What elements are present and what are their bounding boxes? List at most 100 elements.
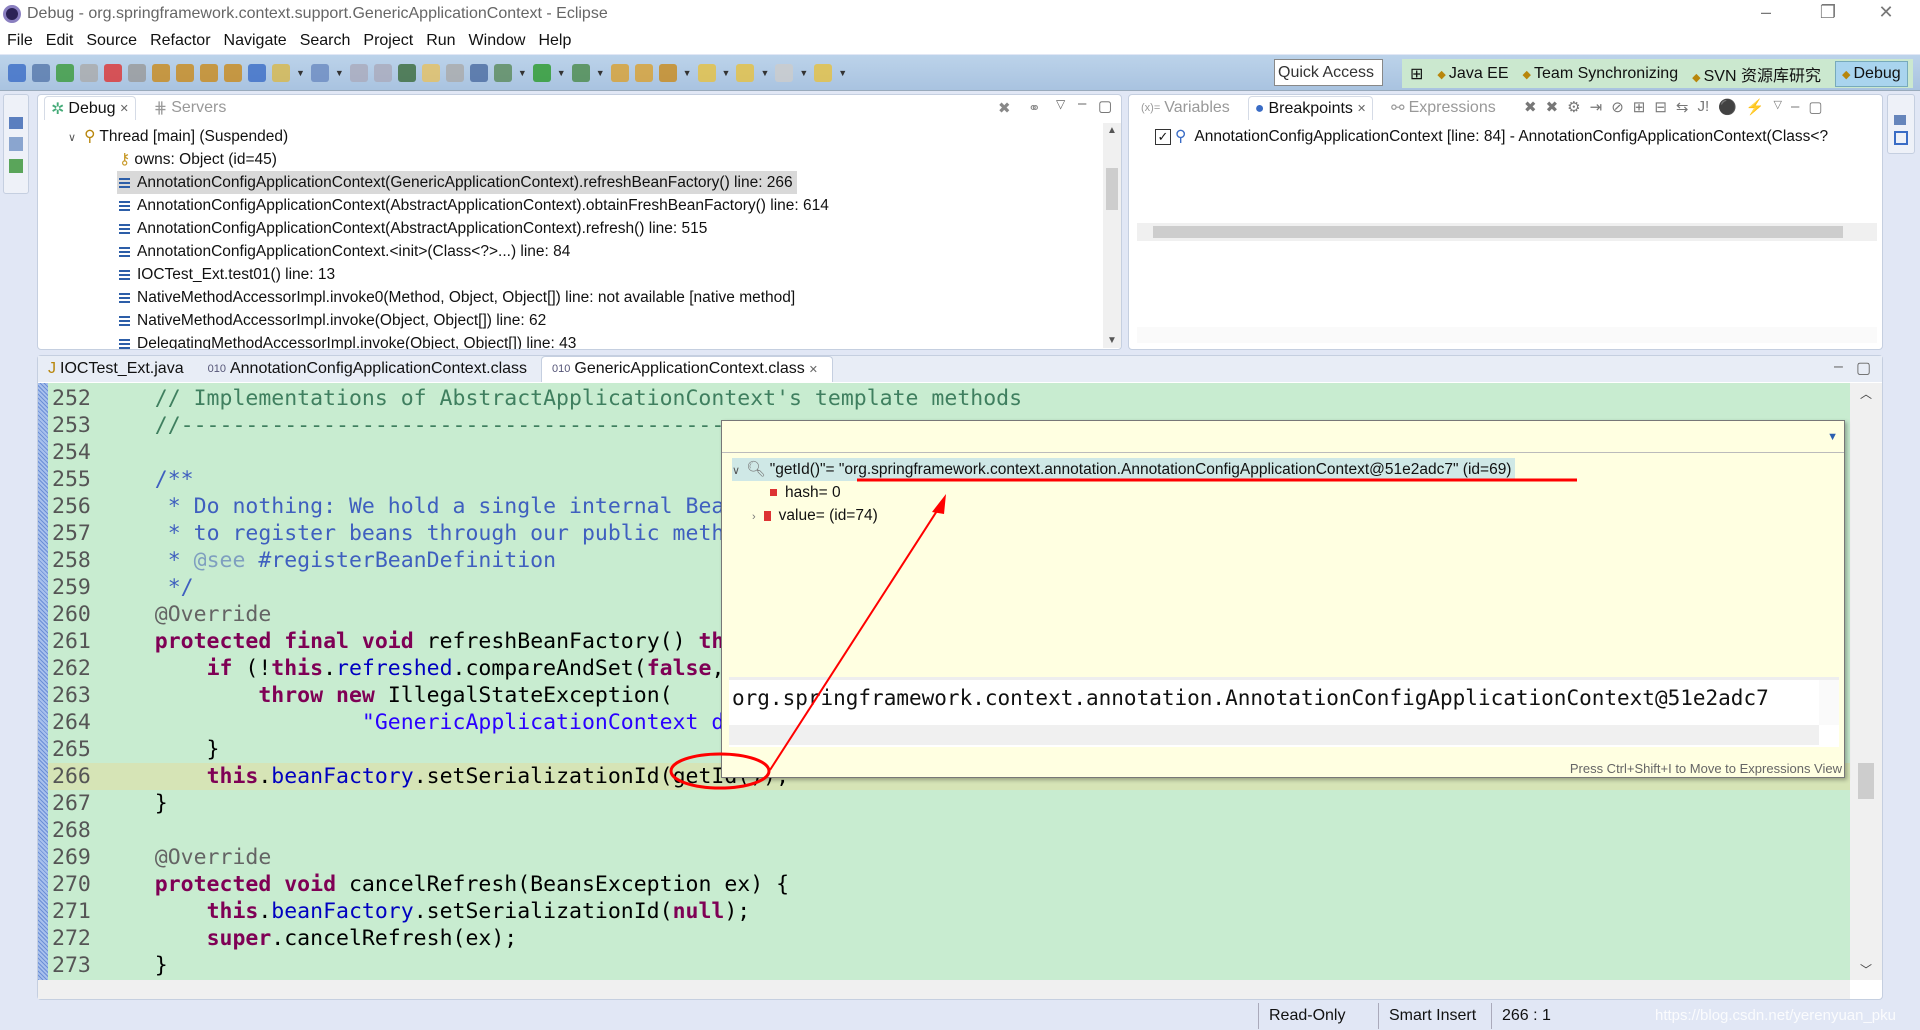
dropdown-arrow-icon[interactable]: ▼ [335,68,344,78]
run-icon[interactable] [532,63,551,82]
thread-node[interactable]: ∨ ⚲ Thread [main] (Suspended) [68,125,288,148]
tab-ioctest-ext-java[interactable]: J IOCTest_Ext.java [38,357,198,382]
chevron-down-icon[interactable]: ∨ [732,465,740,477]
chevron-right-icon[interactable]: › [752,511,756,523]
tab-annotation-config-class[interactable]: 010 AnnotationConfigApplicationContext.cl… [198,357,541,382]
back-icon[interactable] [775,63,794,82]
show-whitespace-icon[interactable] [469,63,488,82]
breakpoint-checkbox[interactable]: ✓ [1155,128,1171,145]
menu-window[interactable]: Window [469,32,526,50]
use-step-filters-icon[interactable] [248,63,266,82]
tab-servers[interactable]: ⋕ Servers [148,96,233,120]
menu-file[interactable]: File [7,32,33,50]
expression-node[interactable]: ∨ 🔍︎ "getId()"= "org.springframework.conte… [732,458,1516,481]
remove-all-breakpoints-icon[interactable]: ✖ [1546,98,1559,116]
menu-source[interactable]: Source [86,32,137,50]
stack-frame[interactable]: NativeMethodAccessorImpl.invoke0(Method,… [117,286,799,309]
view-menu-icon[interactable]: ▽ [1056,97,1065,111]
dropdown-arrow-icon[interactable]: ▼ [760,68,769,78]
open-perspective-icon[interactable]: ⊞ [1410,64,1423,84]
collapse-all-icon[interactable]: ⊟ [1654,98,1667,116]
menu-navigate[interactable]: Navigate [224,32,287,50]
menu-refactor[interactable]: Refactor [150,32,210,50]
maximize-view-icon[interactable]: ▢ [1098,97,1112,115]
owns-monitor[interactable]: ⚷ owns: Object (id=45) [119,148,277,171]
open-type-icon[interactable] [397,63,416,82]
run-external-tools-icon[interactable] [571,63,590,82]
link-with-debug-icon[interactable]: ⇆ [1676,98,1689,116]
terminate-icon[interactable] [104,63,122,82]
perspective-0[interactable]: ◆ Java EE [1437,65,1508,83]
horizontal-scrollbar[interactable] [1137,223,1877,241]
perspective-1[interactable]: ◆ Team Synchronizing [1523,65,1679,83]
field-value[interactable]: › value= (id=74) [752,504,878,527]
stack-frame[interactable]: IOCTest_Ext.test01() line: 13 [117,263,339,286]
open-file-icon[interactable] [634,63,653,82]
restore-view-icon[interactable] [1894,115,1906,125]
remove-terminated-icon[interactable]: ✖ [998,99,1011,117]
view-menu-icon[interactable]: ▽ [1774,98,1782,116]
detail-vertical-scrollbar[interactable] [1819,680,1839,725]
maximize-editor-icon[interactable]: ▢ [1856,358,1871,378]
tasks-icon[interactable] [9,137,23,151]
scrollbar-thumb[interactable] [1153,226,1843,238]
tab-debug[interactable]: ✲ Debug ✕ [44,96,136,120]
tab-breakpoints[interactable]: ● Breakpoints ✕ [1247,96,1374,120]
close-button[interactable]: ✕ [1866,2,1906,26]
stack-frame[interactable]: DelegatingMethodAccessorImpl.invoke(Obje… [117,332,580,349]
restore-button[interactable]: ❐ [1808,2,1848,26]
stack-frame[interactable]: AnnotationConfigApplicationContext(Gener… [117,171,797,194]
view-menu-icon[interactable]: ▼ [1827,431,1838,443]
toggle-mark-occurrences-icon[interactable] [421,63,440,82]
debug-run-icon[interactable] [493,63,512,82]
show-supported-icon[interactable]: ⚙ [1567,98,1580,116]
step-return-icon[interactable] [200,63,218,82]
step-into-icon[interactable] [152,63,170,82]
group-by-icon[interactable]: ⚡ [1746,98,1765,116]
tab-generic-application-context-class[interactable]: 010 GenericApplicationContext.class ✕ [541,356,833,382]
minimize-editor-icon[interactable]: – [1834,358,1843,376]
minimize-button[interactable]: – [1746,2,1786,26]
skip-breakpoints-icon[interactable] [32,63,50,82]
expand-all-icon[interactable]: ⊞ [1633,98,1646,116]
skip-all-breakpoints-icon[interactable]: ⊘ [1611,98,1624,116]
resume-icon[interactable] [56,63,74,82]
vertical-scrollbar[interactable]: ▲ ▼ [1103,123,1121,348]
perspective-2[interactable]: ◆ SVN 资源库研究 [1692,62,1821,86]
dropdown-arrow-icon[interactable]: ▼ [683,68,692,78]
detail-horizontal-scrollbar[interactable] [729,725,1819,745]
new-java-project-icon[interactable] [272,63,290,82]
dropdown-arrow-icon[interactable]: ▼ [557,68,566,78]
suspend-icon[interactable] [80,63,98,82]
edit-icon[interactable] [658,63,677,82]
outline-icon[interactable] [1894,131,1908,145]
stack-frame[interactable]: AnnotationConfigApplicationContext(Abstr… [117,194,833,217]
open-folder-icon[interactable] [610,63,629,82]
table-icon[interactable] [9,159,23,173]
go-to-file-icon[interactable]: ⇥ [1590,98,1603,116]
detail-pane[interactable]: org.springframework.context.annotation.A… [729,677,1839,747]
restore-view-icon[interactable] [9,117,23,129]
menu-run[interactable]: Run [426,32,455,50]
next-annotation-icon[interactable] [697,63,716,82]
stack-frame[interactable]: AnnotationConfigApplicationContext.<init… [117,240,574,263]
chevron-down-icon[interactable]: ∨ [68,132,76,144]
menu-help[interactable]: Help [538,32,571,50]
dropdown-arrow-icon[interactable]: ▼ [838,68,847,78]
maximize-view-icon[interactable]: ▢ [1808,98,1822,116]
tab-expressions[interactable]: ⚯ Expressions [1385,96,1502,120]
save-icon[interactable] [349,63,368,82]
drop-to-frame-icon[interactable] [224,63,242,82]
connect-icon[interactable]: ⚭ [1028,99,1041,117]
forward-icon[interactable] [814,63,833,82]
minimize-view-icon[interactable]: – [1078,95,1086,112]
dropdown-arrow-icon[interactable]: ▼ [596,68,605,78]
quick-access-input[interactable]: Quick Access [1274,59,1383,86]
horizontal-scrollbar-2[interactable] [1137,327,1877,343]
close-icon[interactable]: ✕ [809,363,818,376]
scrollbar-thumb[interactable] [1106,168,1118,210]
step-over-icon[interactable] [176,63,194,82]
dropdown-arrow-icon[interactable]: ▼ [518,68,527,78]
stack-frame[interactable]: NativeMethodAccessorImpl.invoke(Object, … [117,309,550,332]
menu-edit[interactable]: Edit [46,32,74,50]
